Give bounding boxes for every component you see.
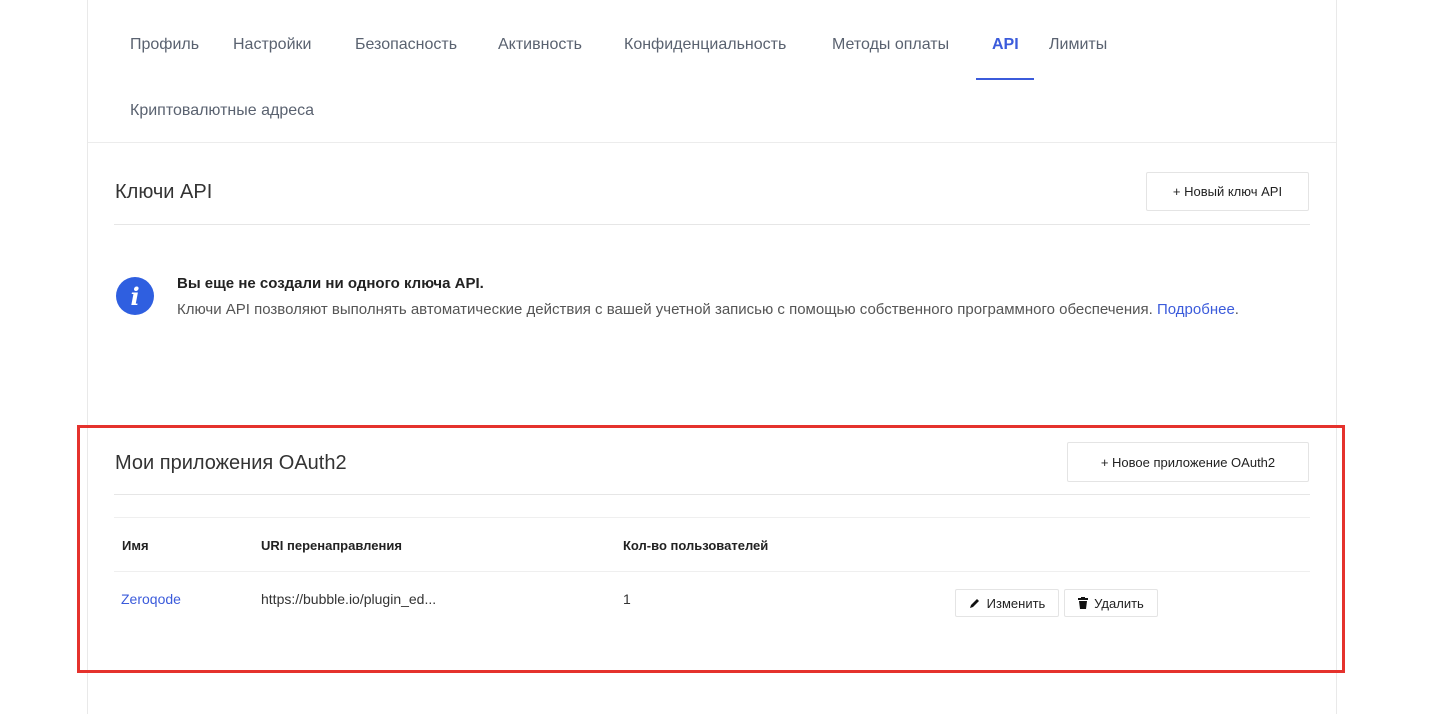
tab-api[interactable]: API — [992, 36, 1019, 54]
notice-end: . — [1234, 301, 1239, 318]
tabs-row: Профиль Настройки Безопасность Активност… — [0, 36, 1430, 76]
column-header-name: Имя — [122, 538, 149, 553]
oauth-apps-title: Мои приложения OAuth2 — [115, 452, 347, 474]
learn-more-link[interactable]: Подробнее — [1157, 301, 1235, 318]
section-divider — [114, 494, 1310, 495]
notice-title: Вы еще не создали ни одного ключа API. — [177, 275, 484, 292]
new-api-key-button[interactable]: + Новый ключ API — [1146, 172, 1309, 211]
tab-limits[interactable]: Лимиты — [1049, 36, 1107, 54]
tab-crypto-addresses[interactable]: Криптовалютные адреса — [130, 102, 314, 120]
api-keys-title: Ключи API — [115, 181, 213, 203]
delete-label: Удалить — [1094, 595, 1144, 611]
app-name-link[interactable]: Zeroqode — [121, 591, 181, 607]
tab-activity[interactable]: Активность — [498, 36, 582, 54]
pencil-icon — [969, 599, 979, 608]
trash-icon — [1078, 597, 1089, 609]
tabs-divider — [88, 142, 1336, 143]
tab-privacy[interactable]: Конфиденциальность — [624, 36, 786, 54]
tab-settings[interactable]: Настройки — [233, 36, 311, 54]
active-tab-underline — [976, 78, 1034, 80]
new-oauth-app-button[interactable]: + Новое приложение OAuth2 — [1067, 442, 1309, 482]
section-divider — [114, 224, 1310, 225]
info-icon: i — [116, 277, 154, 315]
tab-security[interactable]: Безопасность — [355, 36, 457, 54]
tab-profile[interactable]: Профиль — [130, 36, 199, 54]
edit-label: Изменить — [986, 595, 1046, 611]
app-redirect-uri: https://bubble.io/plugin_ed... — [261, 591, 437, 607]
table-header-border — [114, 571, 1310, 572]
table-top-border — [114, 517, 1310, 518]
notice-text: Ключи API позволяют выполнять автоматиче… — [177, 299, 1257, 321]
tab-payment-methods[interactable]: Методы оплаты — [832, 36, 949, 54]
tabs-row-2: Криптовалютные адреса — [0, 102, 1430, 142]
column-header-users: Кол-во пользователей — [623, 538, 769, 553]
delete-button[interactable]: Удалить — [1064, 589, 1158, 617]
edit-button[interactable]: Изменить — [955, 589, 1059, 617]
notice-body: Ключи API позволяют выполнять автоматиче… — [177, 301, 1157, 318]
column-header-redirect-uri: URI перенаправления — [261, 538, 402, 553]
app-users-count: 1 — [623, 591, 631, 607]
